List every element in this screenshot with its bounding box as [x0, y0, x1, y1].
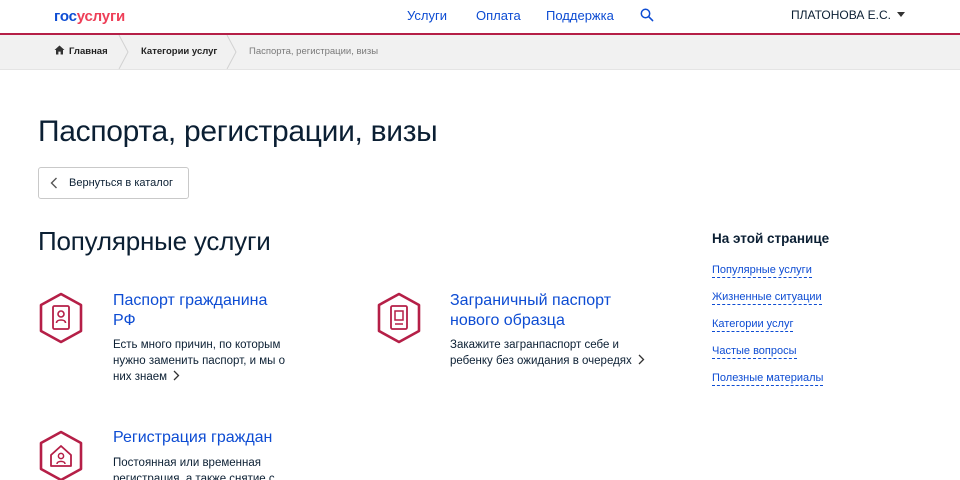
- service-title-line: Регистрация граждан: [113, 429, 273, 446]
- service-title-foreign-passport[interactable]: Заграничный паспорт нового образца: [450, 291, 611, 331]
- section-title-popular: Популярные услуги: [38, 226, 271, 256]
- service-title-line: Заграничный паспорт: [450, 292, 612, 309]
- service-desc-registration: Постоянная или временная регистрация, а …: [113, 455, 275, 480]
- service-title-line: Паспорт гражданина: [113, 292, 268, 309]
- gosuslugi-logo[interactable]: госуслуги: [54, 8, 125, 25]
- back-button-label: Вернуться в каталог: [69, 177, 173, 189]
- back-to-catalog-button[interactable]: Вернуться в каталог: [38, 167, 189, 199]
- service-desc-passport-rf: Есть много причин, по которым нужно заме…: [113, 337, 285, 385]
- breadcrumb-home[interactable]: Главная: [54, 35, 108, 69]
- service-desc-line: Закажите загранпаспорт себе и: [450, 339, 619, 351]
- chevron-down-icon: [897, 12, 905, 17]
- user-menu[interactable]: ПЛАТОНОВА Е.С.: [791, 8, 905, 22]
- breadcrumb-home-label: Главная: [69, 46, 108, 57]
- logo-part-uslugi: услуги: [76, 8, 126, 25]
- toc-link-popular[interactable]: Популярные услуги: [712, 264, 812, 278]
- breadcrumb-categories[interactable]: Категории услуг: [141, 35, 217, 69]
- chevron-left-icon: [50, 177, 57, 189]
- home-icon: [54, 45, 65, 55]
- foreign-passport-icon: [377, 292, 421, 344]
- service-desc-line: Постоянная или временная: [113, 457, 261, 469]
- service-title-line: РФ: [113, 312, 136, 329]
- service-desc-last-line: ребенку без ожидания в очередях: [450, 353, 645, 369]
- logo-part-gos: гос: [54, 8, 77, 25]
- page-title: Паспорта, регистрации, визы: [38, 115, 438, 148]
- breadcrumb-separator-icon: [118, 35, 129, 69]
- house-person-icon: [39, 430, 83, 480]
- service-desc-last-line: них знаем: [113, 369, 285, 385]
- service-title-passport-rf[interactable]: Паспорт гражданина РФ: [113, 291, 267, 331]
- breadcrumb-separator-icon: [226, 35, 237, 69]
- search-icon[interactable]: [640, 8, 654, 22]
- nav-services[interactable]: Услуги: [407, 8, 447, 23]
- service-desc-foreign-passport: Закажите загранпаспорт себе и ребенку бе…: [450, 337, 645, 369]
- toc-link-faq[interactable]: Частые вопросы: [712, 345, 797, 359]
- nav-support[interactable]: Поддержка: [546, 8, 614, 23]
- toc-link-life-situations[interactable]: Жизненные ситуации: [712, 291, 822, 305]
- breadcrumb-current: Паспорта, регистрации, визы: [249, 46, 379, 57]
- passport-person-icon: [39, 292, 83, 344]
- user-name: ПЛАТОНОВА Е.С.: [791, 8, 891, 22]
- breadcrumb: Главная Категории услуг Паспорта, регист…: [0, 35, 960, 70]
- toc-title: На этой странице: [712, 231, 830, 246]
- nav-payment[interactable]: Оплата: [476, 8, 521, 23]
- toc-link-useful-materials[interactable]: Полезные материалы: [712, 372, 824, 386]
- service-title-line: нового образца: [450, 312, 565, 329]
- chevron-right-icon[interactable]: [173, 370, 180, 381]
- top-header: госуслуги Услуги Оплата Поддержка ПЛАТОН…: [0, 0, 960, 33]
- service-desc-line: нужно заменить паспорт, и мы о: [113, 355, 285, 367]
- service-desc-line: регистрация, а также снятие с: [113, 473, 275, 480]
- service-desc-line: них знаем: [113, 371, 168, 383]
- chevron-right-icon[interactable]: [638, 354, 645, 365]
- service-title-registration[interactable]: Регистрация граждан: [113, 428, 272, 448]
- service-desc-line: ребенку без ожидания в очередях: [450, 355, 632, 367]
- service-desc-line: Есть много причин, по которым: [113, 339, 281, 351]
- toc-link-categories[interactable]: Категории услуг: [712, 318, 794, 332]
